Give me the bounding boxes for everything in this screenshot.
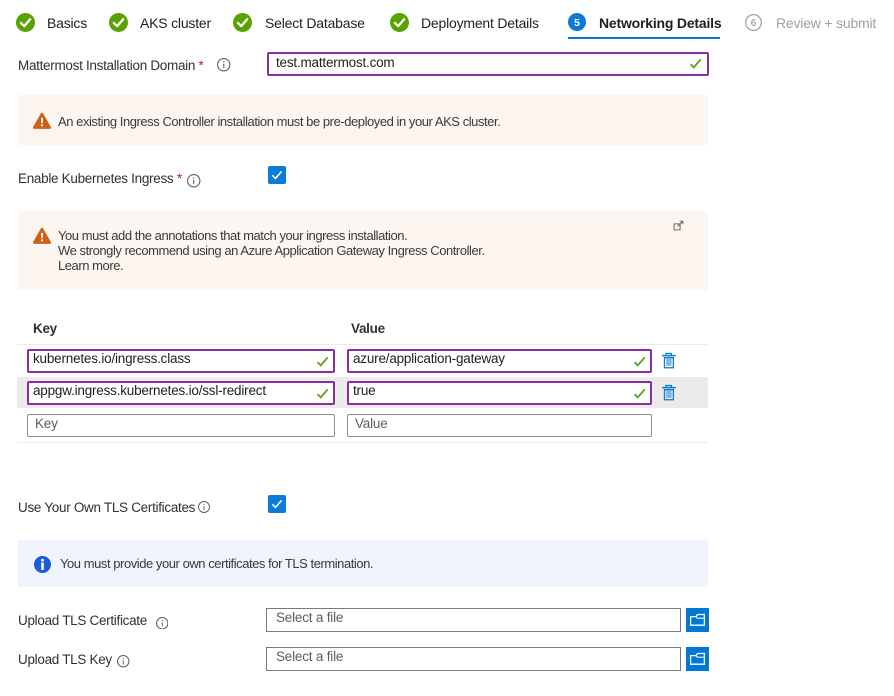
svg-text:6: 6 <box>751 18 757 29</box>
svg-text:5: 5 <box>574 17 580 29</box>
